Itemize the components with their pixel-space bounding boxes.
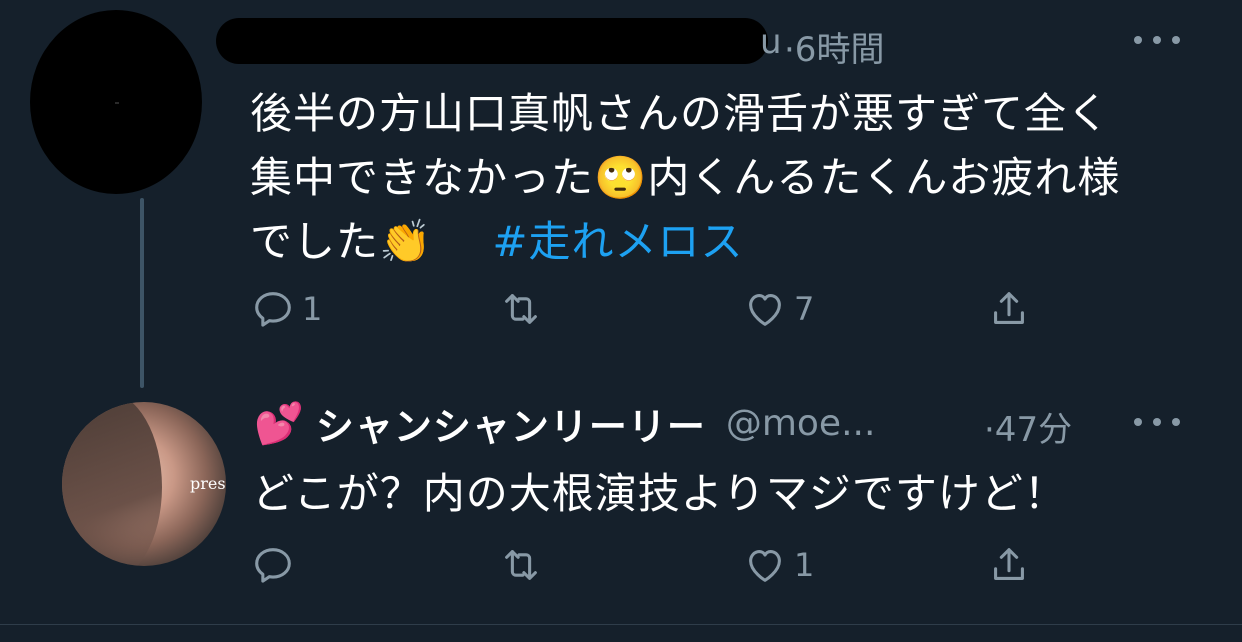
share-icon <box>994 548 1024 580</box>
like-count: 7 <box>794 290 815 328</box>
retweet-button[interactable] <box>498 286 544 332</box>
reply-icon <box>255 548 291 583</box>
share-button[interactable] <box>986 542 1032 588</box>
tweet-2[interactable]: pres 💕 シャンシャンリーリー @moe... ·47分 どこが？内の大根演… <box>0 390 1242 624</box>
like-icon <box>749 294 781 326</box>
display-name[interactable]: シャンシャンリーリー <box>316 396 706 451</box>
retweet-icon <box>505 550 537 580</box>
avatar[interactable] <box>30 10 202 194</box>
hashtag-link[interactable]: #走れメロス <box>492 217 743 266</box>
screen-name[interactable]: @moe... <box>726 403 876 444</box>
action-bar: 1 <box>250 542 1050 592</box>
thread-line <box>140 198 144 388</box>
reply-count: 1 <box>302 290 323 328</box>
more-icon[interactable] <box>1134 418 1180 430</box>
share-button[interactable] <box>986 286 1032 332</box>
tweet-text: 後半の方山口真帆さんの滑舌が悪すぎて全く 集中できなかった🙄内くんるたくんお疲れ… <box>250 89 1121 266</box>
timestamp[interactable]: ·6時間 <box>784 22 884 71</box>
avatar[interactable]: pres <box>62 402 226 566</box>
screen-name-tail[interactable]: u <box>760 22 782 62</box>
like-count: 1 <box>794 546 815 584</box>
divider <box>0 624 1242 625</box>
eyeroll-emoji: 🙄 <box>594 153 648 202</box>
share-icon <box>994 292 1024 324</box>
author-row[interactable]: 💕 シャンシャンリーリー @moe... <box>254 396 876 451</box>
hearts-emoji: 💕 <box>254 400 304 447</box>
tweet-1[interactable]: u ·6時間 後半の方山口真帆さんの滑舌が悪すぎて全く 集中できなかった🙄内くん… <box>0 0 1242 390</box>
retweet-icon <box>505 294 537 324</box>
clap-emoji: 👏 <box>379 217 433 266</box>
redacted-name <box>216 18 768 64</box>
more-icon[interactable] <box>1134 36 1180 48</box>
action-bar: 1 7 <box>250 286 1050 336</box>
retweet-button[interactable] <box>498 542 544 588</box>
avatar-caption: pres <box>190 474 226 493</box>
reply-button[interactable]: 1 <box>250 286 322 332</box>
reply-button[interactable] <box>250 542 296 588</box>
like-button[interactable]: 7 <box>742 286 814 332</box>
timestamp[interactable]: ·47分 <box>984 402 1072 451</box>
reply-icon <box>255 292 291 327</box>
tweet-text: どこが？内の大根演技よりマジですけど！ <box>252 469 1067 518</box>
like-icon <box>749 550 781 582</box>
like-button[interactable]: 1 <box>742 542 814 588</box>
